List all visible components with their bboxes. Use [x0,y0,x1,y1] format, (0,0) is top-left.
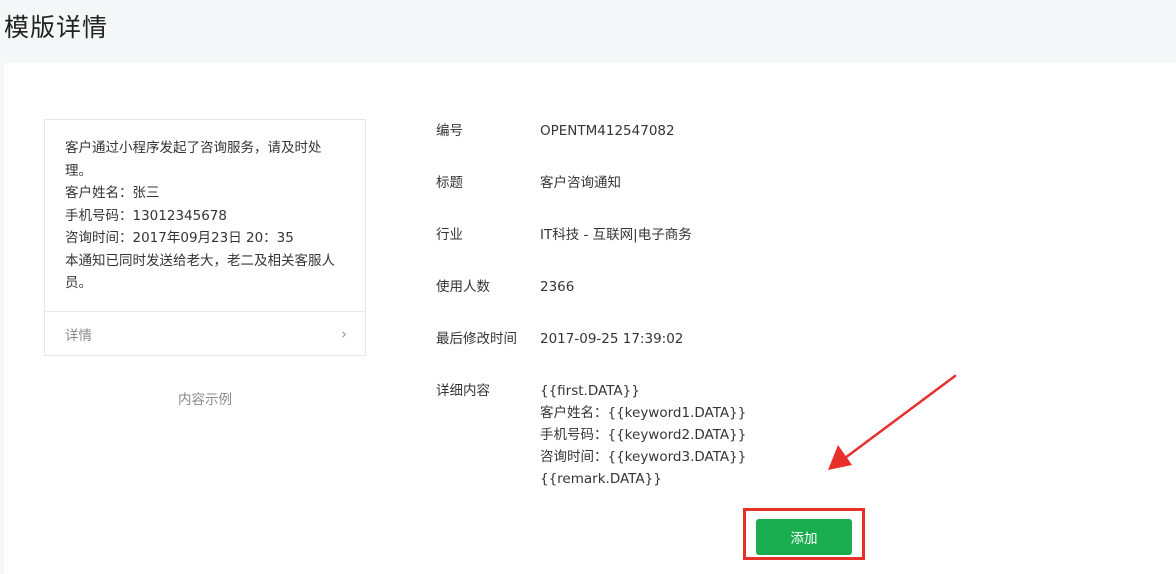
template-detail-card: 客户通过小程序发起了咨询服务，请及时处理。 客户姓名：张三 手机号码：13012… [4,63,1176,574]
info-row-users: 使用人数 2366 [436,276,746,328]
add-button[interactable]: 添加 [756,519,852,555]
page-title: 模版详情 [4,13,109,42]
preview-detail-label: 详情 [65,327,92,344]
info-row-industry: 行业 IT科技 - 互联网|电子商务 [436,224,746,276]
users-value: 2366 [540,279,575,295]
preview-detail-link[interactable]: 详情 › [45,311,365,355]
detail-line: {{remark.DATA}} [540,471,662,487]
info-row-title: 标题 客户咨询通知 [436,172,746,224]
preview-line: 客户通过小程序发起了咨询服务，请及时处理。 [65,140,322,179]
id-value: OPENTM412547082 [540,123,675,139]
chevron-right-icon: › [341,324,347,343]
template-info: 编号 OPENTM412547082 标题 客户咨询通知 行业 IT科技 - 互… [436,120,746,490]
info-row-modified: 最后修改时间 2017-09-25 17:39:02 [436,328,746,380]
id-label: 编号 [436,123,463,139]
title-value: 客户咨询通知 [540,175,621,191]
modified-label: 最后修改时间 [436,331,517,347]
detail-line: {{first.DATA}} [540,383,640,399]
preview-line: 客户姓名：张三 [65,185,160,201]
preview-caption: 内容示例 [178,392,232,408]
detail-content: {{first.DATA}} 客户姓名：{{keyword1.DATA}} 手机… [540,380,746,490]
industry-value: IT科技 - 互联网|电子商务 [540,227,692,243]
detail-line: 手机号码：{{keyword2.DATA}} [540,427,747,443]
users-label: 使用人数 [436,279,490,295]
preview-line: 咨询时间：2017年09月23日 20：35 [65,230,294,246]
preview-line: 手机号码：13012345678 [65,207,227,224]
title-label: 标题 [436,175,463,191]
info-row-detail: 详细内容 {{first.DATA}} 客户姓名：{{keyword1.DATA… [436,380,746,490]
preview-line: 本通知已同时发送给老大，老二及相关客服人员。 [65,252,335,292]
preview-body: 客户通过小程序发起了咨询服务，请及时处理。 客户姓名：张三 手机号码：13012… [45,120,365,295]
message-preview: 客户通过小程序发起了咨询服务，请及时处理。 客户姓名：张三 手机号码：13012… [44,119,366,356]
detail-label: 详细内容 [436,383,490,399]
detail-line: 咨询时间：{{keyword3.DATA}} [540,449,747,465]
info-row-id: 编号 OPENTM412547082 [436,120,746,172]
modified-value: 2017-09-25 17:39:02 [540,331,684,347]
industry-label: 行业 [436,227,463,243]
detail-line: 客户姓名：{{keyword1.DATA}} [540,405,747,421]
